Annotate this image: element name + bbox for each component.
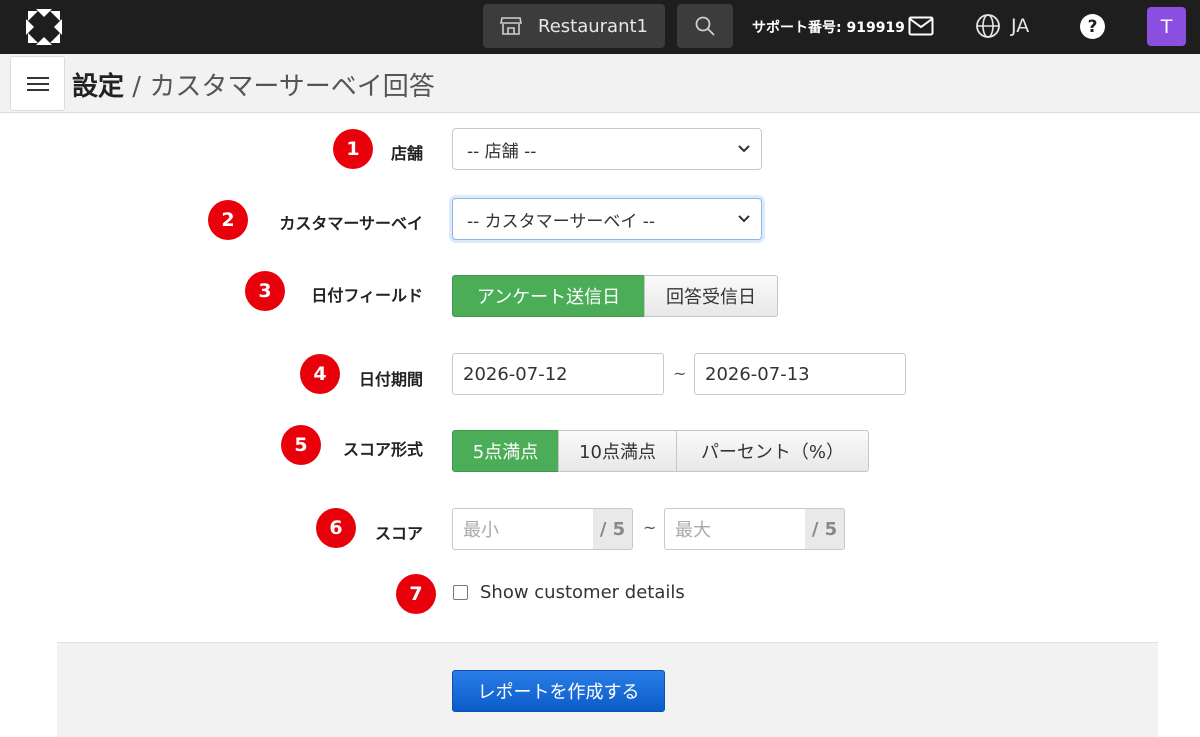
score-min-suffix: / 5 xyxy=(593,508,633,550)
hamburger-menu-icon xyxy=(26,76,49,91)
date-field-label: 日付フィールド xyxy=(311,286,423,305)
score-format-option-10[interactable]: 10点満点 xyxy=(558,430,677,472)
store-name: Restaurant1 xyxy=(538,15,648,37)
score-format-toggle: 5点満点 10点満点 パーセント（%） xyxy=(452,430,869,472)
date-field-option-received[interactable]: 回答受信日 xyxy=(644,275,778,317)
step-badge-3: 3 xyxy=(245,271,285,311)
menu-toggle-button[interactable] xyxy=(10,56,65,111)
breadcrumb-root[interactable]: 設定 xyxy=(72,72,124,102)
store-select-value: -- 店舗 -- xyxy=(467,141,537,162)
store-selector-button[interactable]: Restaurant1 xyxy=(483,4,665,48)
chevron-down-icon xyxy=(738,215,750,223)
score-max-input[interactable]: 最大 xyxy=(664,508,806,550)
search-button[interactable] xyxy=(677,4,733,48)
date-from-input[interactable]: 2026-07-12 xyxy=(452,353,664,395)
survey-label: カスタマーサーベイ xyxy=(279,214,423,233)
mail-icon[interactable] xyxy=(908,16,934,36)
storefront-icon xyxy=(500,17,522,35)
score-format-option-percent[interactable]: パーセント（%） xyxy=(676,430,869,472)
score-format-label: スコア形式 xyxy=(342,440,423,459)
globe-icon xyxy=(976,14,1000,38)
page-title: カスタマーサーベイ回答 xyxy=(149,72,435,102)
page-header: 設定 / カスタマーサーベイ回答 xyxy=(0,54,1200,113)
help-icon[interactable]: ? xyxy=(1080,14,1105,39)
date-field-option-sent[interactable]: アンケート送信日 xyxy=(452,275,645,317)
breadcrumb: 設定 / カスタマーサーベイ回答 xyxy=(72,66,435,103)
top-navigation-bar: Restaurant1 サポート番号: 919919 JA ? T xyxy=(0,0,1200,54)
language-selector[interactable]: JA xyxy=(975,13,1029,39)
step-badge-1: 1 xyxy=(333,129,373,169)
support-number: サポート番号: 919919 xyxy=(752,20,905,36)
customer-details-label[interactable]: Show customer details xyxy=(480,582,685,603)
store-select[interactable]: -- 店舗 -- xyxy=(452,128,762,170)
score-range-separator: ~ xyxy=(643,518,657,537)
create-report-button[interactable]: レポートを作成する xyxy=(452,670,665,712)
date-field-toggle: アンケート送信日 回答受信日 xyxy=(452,275,778,317)
step-badge-2: 2 xyxy=(208,200,248,240)
survey-select[interactable]: -- カスタマーサーベイ -- xyxy=(452,198,762,240)
breadcrumb-separator: / xyxy=(124,72,150,102)
brand-logo-icon[interactable] xyxy=(24,7,64,47)
date-range-separator: ~ xyxy=(673,364,687,383)
customer-details-checkbox[interactable] xyxy=(453,585,468,600)
score-format-option-5[interactable]: 5点満点 xyxy=(452,430,559,472)
step-badge-7: 7 xyxy=(396,574,436,614)
score-max-suffix: / 5 xyxy=(805,508,845,550)
date-range-label: 日付期間 xyxy=(358,370,423,389)
language-code: JA xyxy=(1011,15,1030,37)
step-badge-4: 4 xyxy=(300,354,340,394)
score-min-input[interactable]: 最小 xyxy=(452,508,594,550)
step-badge-6: 6 xyxy=(316,508,356,548)
step-badge-5: 5 xyxy=(281,425,321,465)
survey-select-value: -- カスタマーサーベイ -- xyxy=(467,211,656,232)
score-label: スコア xyxy=(374,524,423,543)
user-avatar[interactable]: T xyxy=(1147,7,1186,46)
search-icon xyxy=(695,16,715,36)
date-to-input[interactable]: 2026-07-13 xyxy=(694,353,906,395)
chevron-down-icon xyxy=(738,145,750,153)
store-label: 店舗 xyxy=(390,144,423,163)
